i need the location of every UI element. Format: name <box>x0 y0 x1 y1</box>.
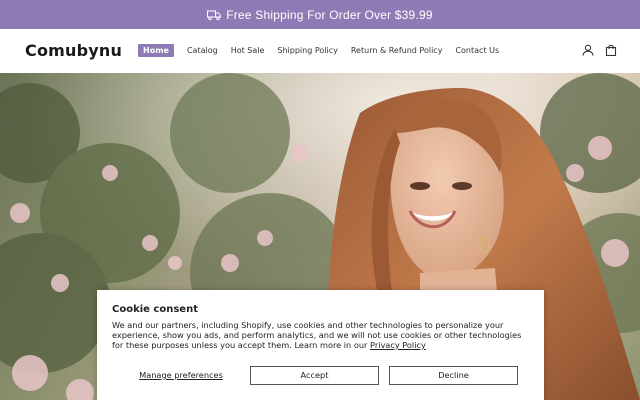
nav-catalog[interactable]: Catalog <box>187 46 218 55</box>
privacy-policy-link[interactable]: Privacy Policy <box>370 340 426 350</box>
nav-contact-us[interactable]: Contact Us <box>455 46 499 55</box>
nav-shipping-policy[interactable]: Shipping Policy <box>277 46 337 55</box>
nav-hot-sale[interactable]: Hot Sale <box>231 46 265 55</box>
announcement-text: Free Shipping For Order Over $39.99 <box>226 7 433 22</box>
main-nav: Home Catalog Hot Sale Shipping Policy Re… <box>138 44 512 57</box>
cookie-body: We and our partners, including Shopify, … <box>112 320 522 350</box>
nav-return-refund-policy[interactable]: Return & Refund Policy <box>351 46 443 55</box>
cookie-description: We and our partners, including Shopify, … <box>112 320 529 350</box>
decline-button[interactable]: Decline <box>389 365 518 385</box>
nav-home[interactable]: Home <box>138 44 174 57</box>
site-logo[interactable]: Comubynu <box>25 41 122 60</box>
account-icon[interactable] <box>582 44 594 56</box>
site-header: Comubynu Home Catalog Hot Sale Shipping … <box>0 29 640 73</box>
announcement-bar: Free Shipping For Order Over $39.99 <box>0 0 640 29</box>
manage-preferences-link[interactable]: Manage preferences <box>112 370 250 380</box>
cookie-title: Cookie consent <box>112 304 198 315</box>
cart-icon[interactable] <box>605 44 617 56</box>
truck-icon <box>207 10 222 20</box>
cookie-actions: Manage preferences Accept Decline <box>112 365 529 385</box>
accept-button[interactable]: Accept <box>250 365 379 385</box>
cookie-consent-dialog: Cookie consent We and our partners, incl… <box>97 290 544 400</box>
